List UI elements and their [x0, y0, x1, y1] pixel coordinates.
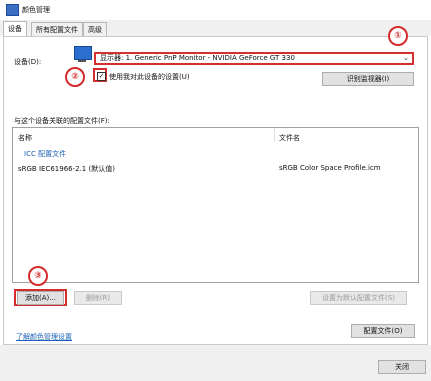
dialog-footer [0, 345, 431, 381]
device-select-value: 显示器: 1. Generic PnP Monitor - NVIDIA GeF… [100, 54, 295, 62]
annotation-badge-2: ② [65, 67, 85, 87]
tab-advanced[interactable]: 高级 [83, 22, 107, 36]
device-label: 设备(D): [14, 58, 42, 66]
group-icc-profiles: ICC 配置文件 [24, 150, 67, 158]
close-button[interactable]: 关闭 [378, 360, 426, 374]
profiles-section-label: 与这个设备关联的配置文件(F): [14, 117, 110, 125]
learn-color-settings-link[interactable]: 了解颜色管理设置 [16, 332, 72, 342]
window-title: 颜色管理 [22, 6, 50, 14]
title-bar [0, 0, 431, 20]
annotation-badge-3: ③ [28, 266, 48, 286]
monitor-icon [74, 46, 92, 60]
profiles-button[interactable]: 配置文件(O) [351, 324, 415, 338]
device-select[interactable]: 显示器: 1. Generic PnP Monitor - NVIDIA GeF… [94, 52, 414, 65]
monitor-stand-icon [78, 60, 86, 62]
chevron-down-icon: ⌄ [403, 54, 409, 62]
column-separator [274, 128, 275, 142]
profile-row-name[interactable]: sRGB IEC61966-2.1 (默认值) [18, 164, 115, 174]
add-button[interactable]: 添加(A)... [17, 291, 64, 305]
color-management-icon [6, 4, 19, 16]
identify-monitors-button[interactable]: 识别监视器(I) [322, 72, 414, 86]
remove-button[interactable]: 删除(R) [74, 291, 122, 305]
tab-all-profiles[interactable]: 所有配置文件 [31, 22, 83, 36]
set-default-button[interactable]: 设置为默认配置文件(S) [310, 291, 407, 305]
tab-devices[interactable]: 设备 [3, 21, 27, 37]
profile-row-file[interactable]: sRGB Color Space Profile.icm [279, 164, 381, 172]
use-settings-label: 使用我对此设备的设置(U) [109, 73, 190, 81]
profiles-list[interactable] [12, 127, 419, 283]
column-header-filename[interactable]: 文件名 [279, 133, 300, 143]
column-header-name[interactable]: 名称 [18, 133, 32, 143]
annotation-badge-1: ① [388, 26, 408, 46]
use-settings-checkbox[interactable]: ✓ [97, 72, 106, 81]
